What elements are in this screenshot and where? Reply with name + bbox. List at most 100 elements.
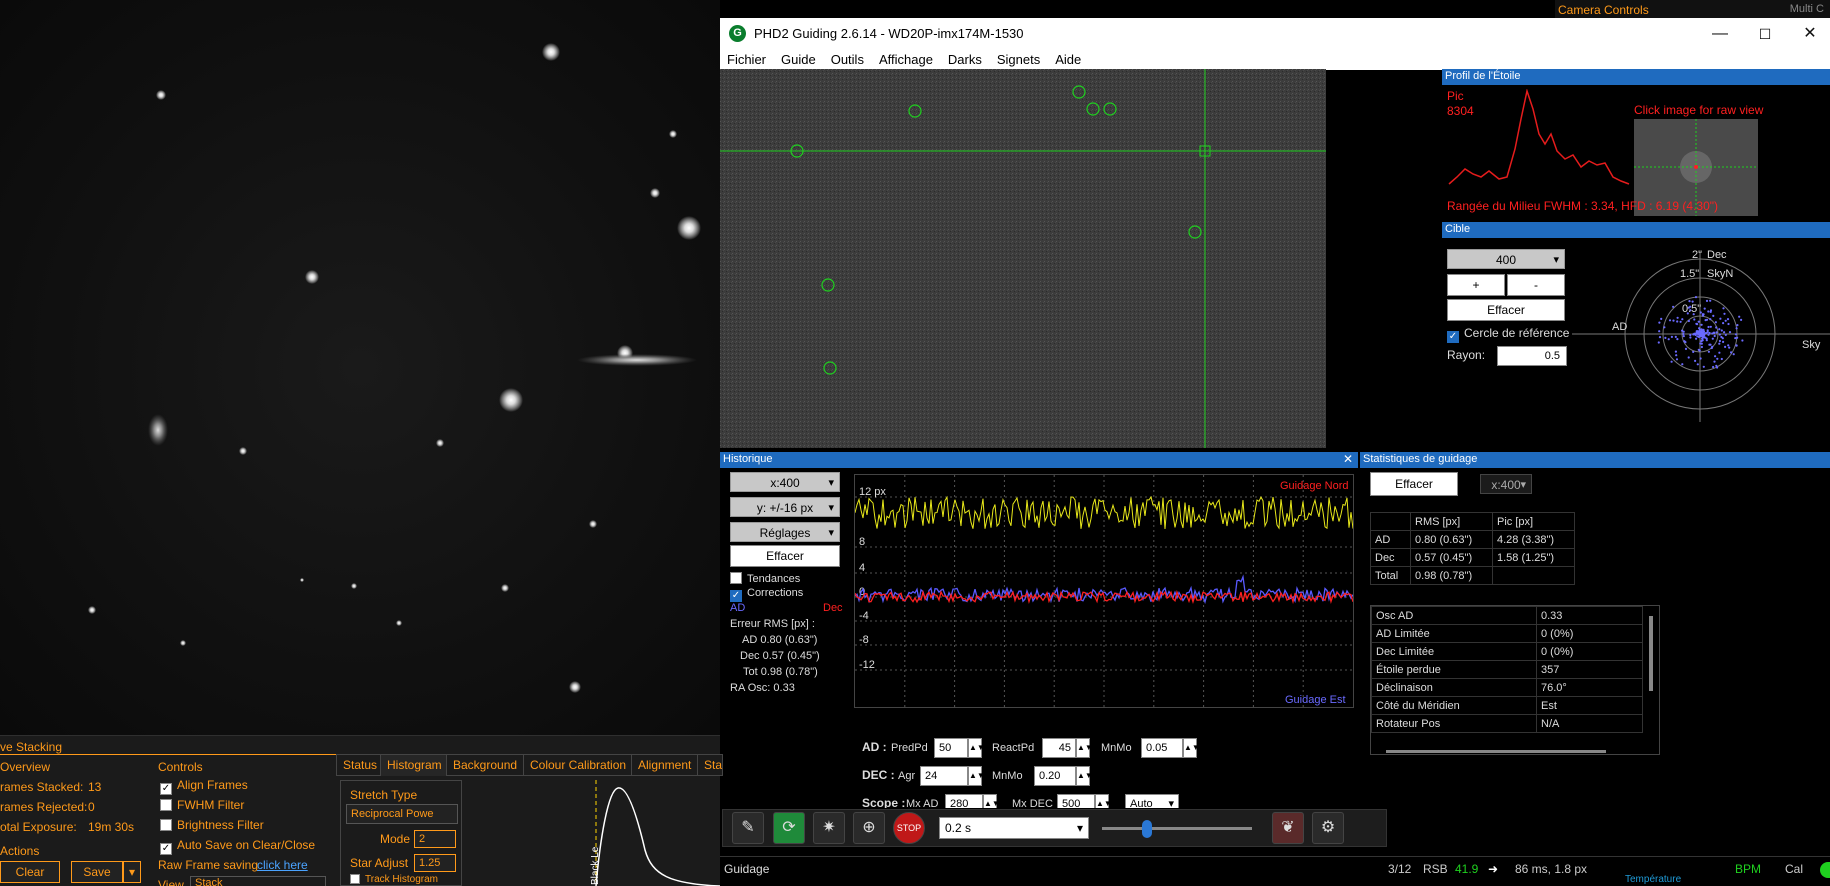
exposure-select[interactable]: 0.2 s ▾ bbox=[939, 817, 1089, 839]
horizontal-scrollbar[interactable] bbox=[1386, 750, 1606, 753]
stop-icon[interactable]: STOP bbox=[893, 812, 925, 844]
mode-value: 2 bbox=[419, 833, 426, 845]
menu-affichage[interactable]: Affichage bbox=[872, 50, 941, 67]
close-button[interactable]: ✕ bbox=[1790, 22, 1830, 46]
y-tick-label: 12 px bbox=[859, 486, 886, 498]
predpd-input[interactable]: 50 bbox=[934, 738, 968, 758]
check-icon: ✓ bbox=[730, 590, 742, 602]
stacked-image-view[interactable] bbox=[0, 0, 720, 735]
target-point bbox=[1732, 353, 1735, 356]
table-row: Osc AD 0.33 bbox=[1371, 606, 1643, 625]
gamma-slider[interactable] bbox=[1102, 827, 1252, 830]
target-scale-select[interactable]: 400 bbox=[1447, 249, 1565, 270]
reactpd-stepper[interactable]: ▲▼ bbox=[1076, 738, 1093, 758]
menu-guide[interactable]: Guide bbox=[774, 50, 824, 67]
table-row: Rotateur Pos N/A bbox=[1371, 714, 1643, 733]
target-point bbox=[1692, 333, 1695, 336]
ad-mnmo-input[interactable]: 0.05 bbox=[1141, 738, 1183, 758]
dec-mnmo-stepper[interactable]: ▲▼ bbox=[1076, 766, 1093, 786]
info-list[interactable]: Osc AD 0.33 AD Limitée 0 (0%) Dec Limitée 0… bbox=[1370, 605, 1660, 755]
histogram-plot[interactable]: Black Le bbox=[470, 780, 720, 886]
tab-histogram[interactable]: Histogram bbox=[380, 754, 449, 776]
target-point bbox=[1695, 337, 1698, 340]
save-button[interactable]: Save bbox=[71, 861, 123, 883]
gamma-slider-handle[interactable] bbox=[1142, 820, 1152, 838]
auto-select-star-icon[interactable]: ⟳ bbox=[773, 812, 805, 844]
multi-label[interactable]: Multi C bbox=[1790, 3, 1824, 15]
frames-rejected-label: rames Rejected: bbox=[0, 800, 88, 814]
target-point bbox=[1715, 331, 1718, 334]
target-point bbox=[1718, 333, 1721, 336]
target-point bbox=[1728, 331, 1732, 334]
fwhm-filter-checkbox[interactable]: FWHM Filter bbox=[160, 798, 244, 812]
history-clear-button[interactable]: Effacer bbox=[730, 545, 840, 567]
table-header-cell: Pic [px] bbox=[1491, 512, 1576, 531]
x-scale-select[interactable]: x:400 bbox=[730, 472, 840, 493]
advanced-settings-icon[interactable]: ⚙ bbox=[1312, 812, 1344, 844]
agr-stepper[interactable]: ▲▼ bbox=[968, 766, 985, 786]
tab-more[interactable]: Sta bbox=[697, 754, 724, 776]
crosshair-icon[interactable]: ⊕ bbox=[853, 812, 885, 844]
brightness-filter-checkbox[interactable]: Brightness Filter bbox=[160, 818, 264, 832]
menu-darks[interactable]: Darks bbox=[941, 50, 990, 67]
settings-select[interactable]: Réglages bbox=[730, 522, 840, 543]
frames-rejected-value: 0 bbox=[88, 800, 95, 814]
stats-title: Statistiques de guidage bbox=[1360, 452, 1830, 468]
brain-icon[interactable]: ❦ bbox=[1272, 812, 1304, 844]
tab-status[interactable]: Status bbox=[336, 754, 385, 776]
star-adjust-input[interactable]: 1.25 bbox=[414, 854, 456, 872]
star-icon[interactable]: ✷ bbox=[813, 812, 845, 844]
auto-save-checkbox[interactable]: ✓ Auto Save on Clear/Close bbox=[160, 838, 315, 855]
dec-mnmo-input[interactable]: 0.20 bbox=[1034, 766, 1076, 786]
agr-input[interactable]: 24 bbox=[920, 766, 968, 786]
menu-fichier[interactable]: Fichier bbox=[720, 50, 774, 67]
radius-input[interactable]: 0.5 bbox=[1497, 346, 1567, 366]
view-label: View bbox=[158, 878, 184, 886]
target-point bbox=[1698, 327, 1701, 330]
zoom-out-button[interactable]: - bbox=[1507, 274, 1565, 296]
mode-input[interactable]: 2 bbox=[414, 830, 456, 848]
clear-button[interactable]: Clear bbox=[0, 861, 60, 883]
history-graph[interactable]: 12 px 8 4 0 -4 -8 -12 Guidage Nord Guidage Est bbox=[854, 474, 1354, 708]
table-cell: AD bbox=[1370, 530, 1411, 549]
click-here-link[interactable]: click here bbox=[257, 858, 308, 872]
zoom-in-button[interactable]: + bbox=[1447, 274, 1505, 296]
tab-alignment[interactable]: Alignment bbox=[631, 754, 699, 776]
history-panel: Historique ✕ x:400 y: +/-16 px Réglages … bbox=[720, 452, 1358, 814]
y-scale-select[interactable]: y: +/-16 px bbox=[730, 497, 840, 518]
align-frames-checkbox[interactable]: ✓ Align Frames bbox=[160, 778, 248, 795]
stats-scale-select[interactable]: x:400 bbox=[1480, 474, 1532, 495]
guide-camera-view[interactable] bbox=[720, 69, 1326, 448]
minimize-button[interactable]: — bbox=[1700, 22, 1740, 46]
checkbox-empty-icon bbox=[350, 874, 360, 884]
loop-exposures-icon[interactable]: ✎ bbox=[732, 812, 764, 844]
target-clear-button[interactable]: Effacer bbox=[1447, 299, 1565, 321]
ad-mnmo-stepper[interactable]: ▲▼ bbox=[1183, 738, 1200, 758]
target-point bbox=[1682, 330, 1685, 333]
tab-background[interactable]: Background bbox=[446, 754, 525, 776]
track-histogram-checkbox[interactable]: Track Histogram bbox=[350, 874, 438, 885]
stretch-type-select[interactable]: Reciprocal Powe bbox=[346, 804, 458, 824]
axis-dec-label: Dec bbox=[1707, 249, 1727, 261]
menu-aide[interactable]: Aide bbox=[1048, 50, 1089, 67]
target-point bbox=[1676, 338, 1679, 341]
menu-outils[interactable]: Outils bbox=[824, 50, 872, 67]
vertical-scrollbar[interactable] bbox=[1649, 616, 1653, 691]
target-point bbox=[1674, 335, 1677, 338]
menu-signets[interactable]: Signets bbox=[990, 50, 1048, 67]
corrections-checkbox[interactable]: ✓ Corrections bbox=[730, 587, 803, 602]
history-close-icon[interactable]: ✕ bbox=[1343, 452, 1353, 466]
frame-counter: 3/12 bbox=[1388, 862, 1412, 876]
predpd-stepper[interactable]: ▲▼ bbox=[968, 738, 985, 758]
view-select[interactable]: Stack bbox=[190, 876, 326, 886]
tab-colour-calibration[interactable]: Colour Calibration bbox=[523, 754, 634, 776]
target-point bbox=[1696, 332, 1700, 335]
ref-circle-checkbox[interactable]: ✓ Cercle de référence bbox=[1447, 326, 1569, 343]
trends-checkbox[interactable]: Tendances bbox=[730, 572, 800, 585]
reactpd-input[interactable]: 45 bbox=[1042, 738, 1076, 758]
table-cell: Étoile perdue bbox=[1371, 660, 1537, 679]
stats-clear-button[interactable]: Effacer bbox=[1370, 472, 1458, 496]
maximize-button[interactable]: ☐ bbox=[1745, 22, 1785, 46]
target-point bbox=[1721, 337, 1724, 340]
save-options-chevron-icon[interactable]: ▾ bbox=[123, 861, 141, 883]
